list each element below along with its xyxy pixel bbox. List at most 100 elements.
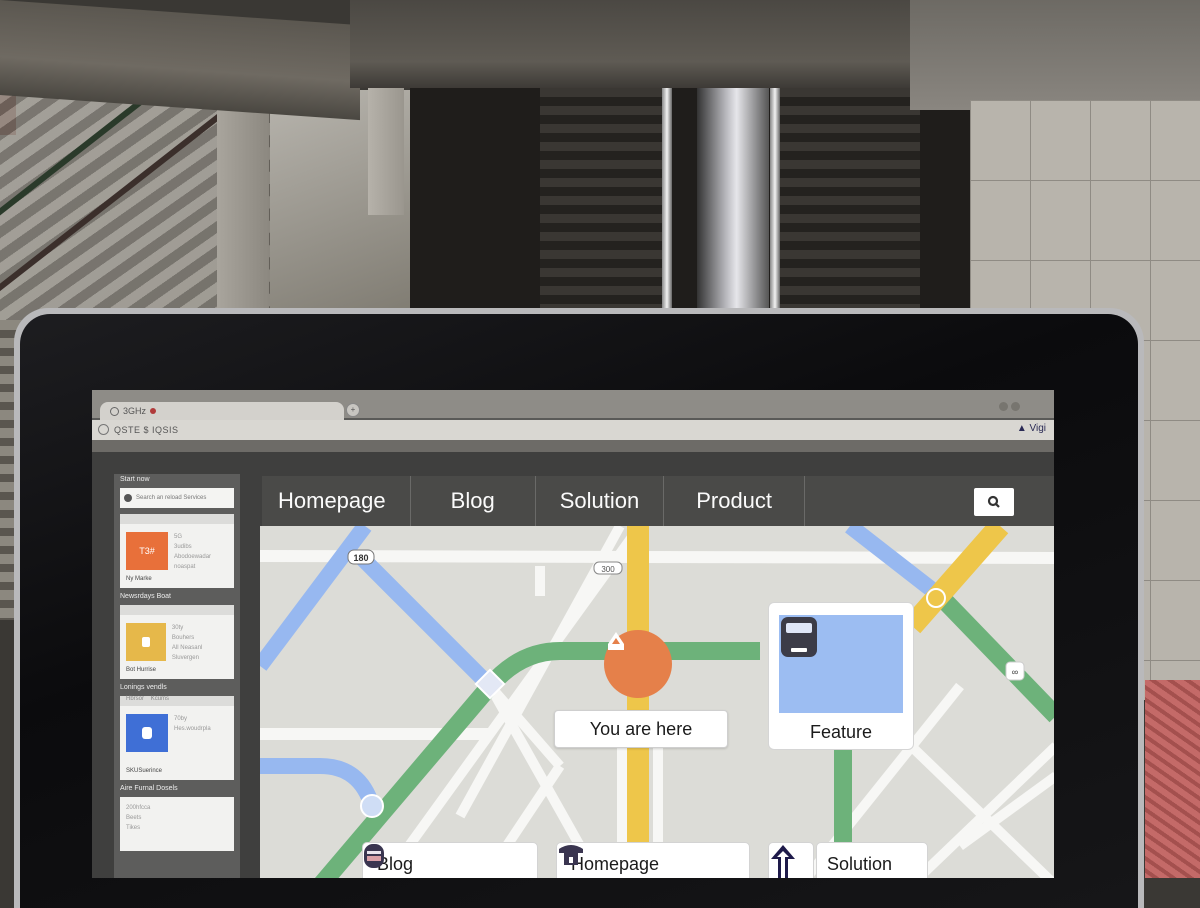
strip-label: Kcums xyxy=(150,696,170,702)
current-location-pin[interactable] xyxy=(604,630,672,698)
home-icon xyxy=(608,632,624,650)
escalator-handrail xyxy=(662,88,672,318)
station-glyph: ∞ xyxy=(1012,667,1018,677)
transit-line-blue xyxy=(354,550,496,692)
tactile-paving xyxy=(1145,680,1200,878)
escalator-divider xyxy=(697,88,769,318)
nav-blog[interactable]: Blog xyxy=(411,476,536,526)
window-controls xyxy=(999,402,1020,411)
address-bar[interactable]: QSTE $ IQSIS ▲ Vigi xyxy=(92,420,1054,440)
sidebar-search-input[interactable]: Search an reload Services xyxy=(120,488,234,508)
tab-title: 3GHz xyxy=(123,406,147,416)
map-button-solution[interactable]: Solution xyxy=(816,842,928,878)
nav-solution[interactable]: Solution xyxy=(536,476,665,526)
search-button[interactable] xyxy=(974,488,1014,516)
new-tab-button[interactable]: + xyxy=(346,403,360,417)
card-line: All Neasanl Sluvergen xyxy=(171,645,203,661)
toolbar-divider xyxy=(92,440,1054,452)
road xyxy=(260,550,1054,564)
reload-icon[interactable] xyxy=(98,424,109,435)
extension-button[interactable]: ▲ Vigi xyxy=(1017,423,1046,434)
search-icon xyxy=(124,494,132,502)
card-thumbnail: T3# xyxy=(126,532,168,570)
card-line: Tikes xyxy=(126,825,141,831)
sidebar-section-title: Newsrdays Boat xyxy=(120,593,171,600)
route-label: 300 xyxy=(601,565,615,574)
minimize-button[interactable] xyxy=(999,402,1008,411)
sidebar-card[interactable]: T3# 5G 3udibs Abodoewadar noaspat Ny Mar… xyxy=(120,514,234,588)
card-line: 5G xyxy=(174,534,183,540)
button-label: Solution xyxy=(827,853,893,874)
transit-line-blue xyxy=(260,526,372,671)
card-line: Hes.woudrpla xyxy=(174,726,211,732)
concrete-pillar xyxy=(217,85,269,315)
ceiling-beam xyxy=(350,0,920,88)
card-line: Bouhers xyxy=(171,635,195,641)
tab-favicon-icon xyxy=(110,406,119,416)
close-button[interactable] xyxy=(1011,402,1020,411)
address-text: QSTE $ IQSIS xyxy=(114,425,179,435)
extension-label: Vigi xyxy=(1029,423,1047,434)
route-label: 180 xyxy=(353,553,368,563)
station-marker xyxy=(360,794,384,818)
card-line: 3udibs xyxy=(174,544,192,550)
sign-icon xyxy=(142,727,152,739)
card-footer: SKUSuerince xyxy=(126,768,163,774)
bus-icon xyxy=(364,844,384,868)
card-strip xyxy=(120,605,234,615)
escalator-handrail xyxy=(770,88,780,318)
card-line: Beets xyxy=(126,815,142,821)
top-navigation: Homepage Blog Solution Product xyxy=(262,476,1054,526)
nav-product[interactable]: Product xyxy=(664,476,806,526)
card-footer: Bot Hurrise xyxy=(126,667,157,673)
phone-icon xyxy=(559,845,583,865)
card-strip xyxy=(120,514,234,524)
sidebar-header: Start now xyxy=(120,476,150,483)
card-thumbnail xyxy=(126,714,168,752)
card-line: noaspat xyxy=(174,564,196,570)
escalator-steps xyxy=(780,88,920,318)
station-marker xyxy=(926,588,946,608)
web-app: Start now Search an reload Services T3# … xyxy=(92,452,1054,878)
escalator-steps xyxy=(540,88,665,318)
sidebar-card[interactable]: 30ty Bouhers All Neasanl Sluvergen Bot H… xyxy=(120,605,234,679)
map-canvas: ∞ 180 300 xyxy=(260,526,1054,878)
search-placeholder: Search an reload Services xyxy=(136,495,207,501)
card-line: 70by xyxy=(174,716,188,722)
sidebar: Start now Search an reload Services T3# … xyxy=(114,474,240,878)
map-button-blog[interactable]: Blog xyxy=(362,842,538,878)
feature-card[interactable]: Feature xyxy=(768,602,914,750)
card-thumbnail xyxy=(126,623,166,661)
card-footer: Ny Marke xyxy=(126,576,152,582)
you-are-here-label: You are here xyxy=(554,710,728,748)
sidebar-section-title: Lonings vendls xyxy=(120,684,167,691)
concrete-pillar xyxy=(368,85,404,215)
up-arrow-icon xyxy=(771,845,795,878)
browser-tab-bar: 3GHz + xyxy=(92,390,1054,420)
transit-map[interactable]: ∞ 180 300 You are here Feature Blog Home… xyxy=(260,526,1054,878)
user-icon: ▲ xyxy=(1016,423,1027,434)
feature-image xyxy=(779,615,903,713)
card-line: Abodoewadar xyxy=(174,554,212,560)
feature-label: Feature xyxy=(809,722,873,742)
ceiling-beam xyxy=(910,0,1200,110)
sidebar-section-title: Aire Furnal Dosels xyxy=(120,785,178,792)
train-icon xyxy=(781,617,817,657)
transit-line-blue xyxy=(260,758,380,809)
up-arrow-button[interactable] xyxy=(768,842,814,878)
thumbnail-text: T3# xyxy=(139,546,155,556)
card-line: 200hfcca xyxy=(126,805,151,811)
card-line: 30ty xyxy=(171,625,184,631)
search-icon xyxy=(987,495,1000,508)
nav-homepage[interactable]: Homepage xyxy=(262,476,411,526)
sidebar-card[interactable]: Hbrsor Kcums 70by Hes.woudrpla SKUSuerin… xyxy=(120,696,234,780)
transit-line-green xyxy=(933,589,1054,723)
browser-tab[interactable]: 3GHz xyxy=(100,402,344,420)
laptop-screen: 3GHz + QSTE $ IQSIS ▲ Vigi Start now Sea… xyxy=(92,390,1054,878)
sidebar-card[interactable]: 200hfcca Beets Tikes xyxy=(120,797,234,851)
recording-indicator-icon xyxy=(150,408,157,414)
strip-label: Hbrsor xyxy=(126,696,145,702)
badge-icon xyxy=(141,637,150,647)
map-button-homepage[interactable]: Homepage xyxy=(556,842,750,878)
card-strip: Hbrsor Kcums xyxy=(120,696,234,706)
